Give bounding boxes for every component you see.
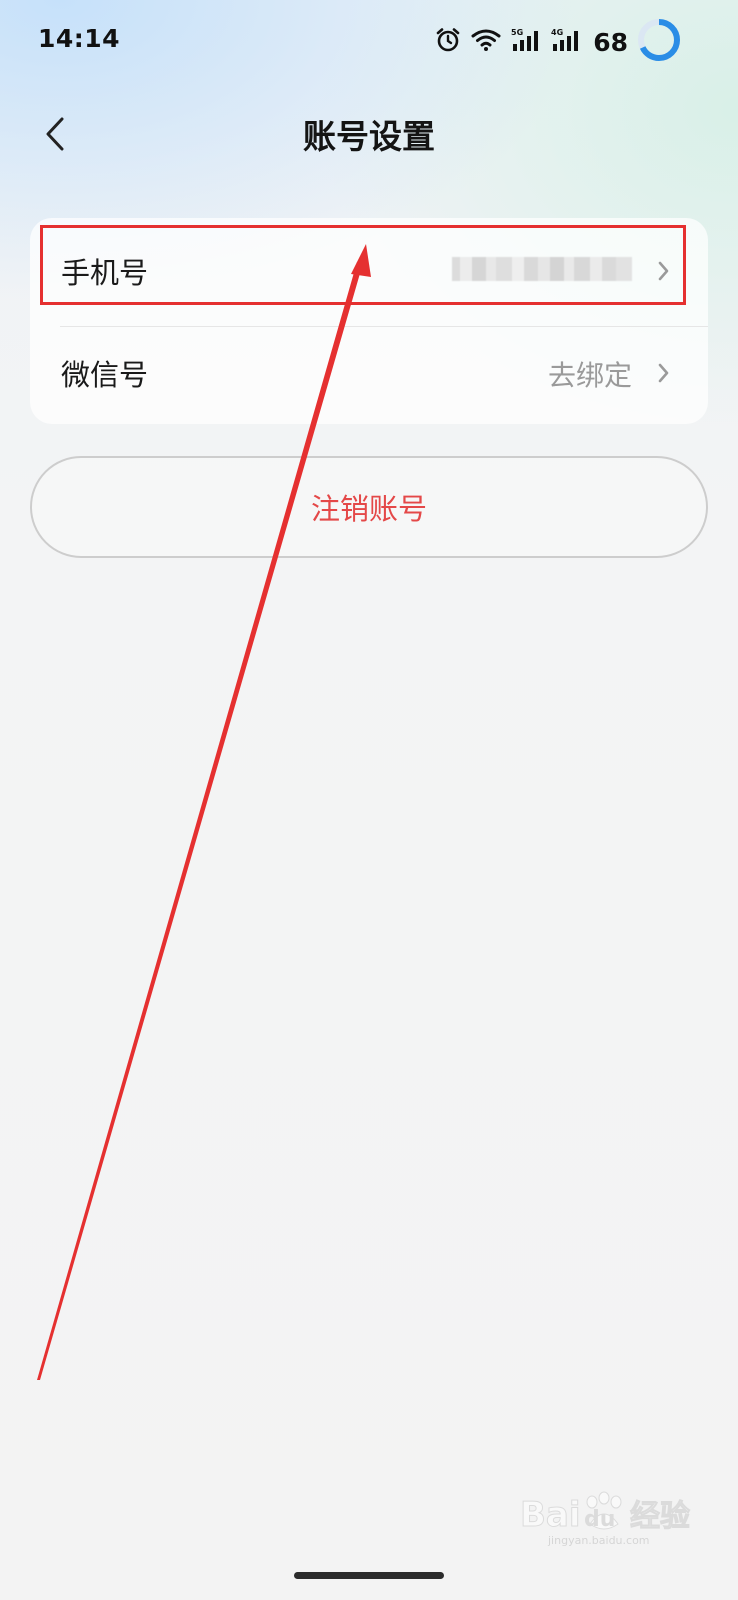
alarm-icon [435, 27, 461, 57]
row-label-wechat: 微信号 [61, 358, 149, 392]
baidu-watermark-logo: Bai du 经验 jingyan.baidu.com [520, 1491, 691, 1547]
status-time: 14:14 [38, 24, 121, 53]
signal-5g-text: 5G [511, 28, 523, 37]
home-indicator[interactable] [294, 1572, 444, 1579]
deactivate-account-label: 注销账号 [310, 492, 427, 526]
deactivate-account-button[interactable]: 注销账号 [30, 456, 708, 558]
settings-row-phone[interactable]: 手机号 [30, 222, 708, 327]
wifi-icon [471, 28, 501, 56]
signal-4g-icon: 4G [551, 27, 581, 57]
row-label-phone: 手机号 [61, 256, 149, 290]
masked-phone-number [452, 257, 632, 281]
battery-level: 68 [593, 27, 628, 57]
svg-text:Bai: Bai [520, 1495, 581, 1535]
settings-card: 手机号 微信号 去绑定 [30, 218, 708, 424]
signal-4g-text: 4G [551, 28, 563, 37]
svg-text:经验: 经验 [630, 1499, 690, 1534]
row-value-wechat: 去绑定 [547, 359, 632, 392]
signal-5g-icon: 5G [511, 27, 541, 57]
battery-ring-icon [638, 19, 680, 61]
nav-bar: 账号设置 [0, 96, 738, 172]
status-icons: 5G 4G 68 [435, 22, 628, 62]
settings-row-wechat[interactable]: 微信号 去绑定 [30, 324, 708, 424]
chevron-right-icon [658, 261, 669, 281]
chevron-right-icon [658, 363, 669, 383]
page-title: 账号设置 [303, 117, 435, 156]
status-bar: 14:14 5G 4G 68 [0, 0, 738, 84]
svg-text:du: du [584, 1507, 615, 1532]
watermark-url: jingyan.baidu.com [547, 1534, 650, 1547]
